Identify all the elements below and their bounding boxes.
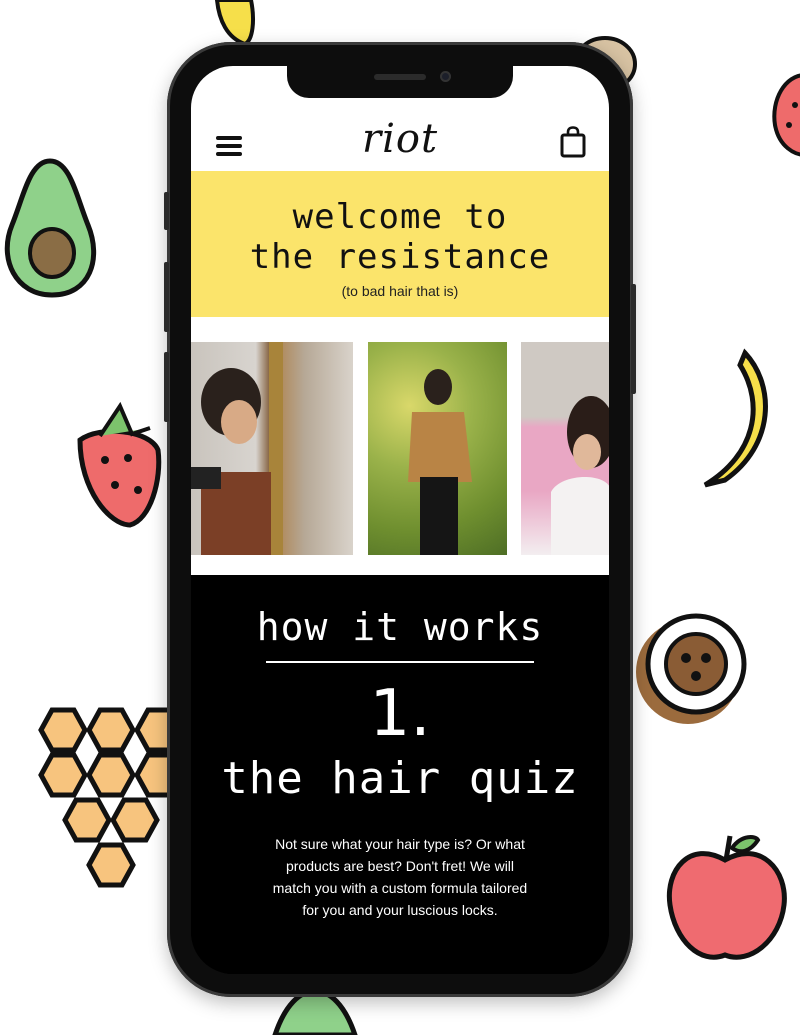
power-button (631, 284, 636, 394)
banana-icon (703, 348, 768, 488)
heading-underline (266, 661, 534, 663)
volume-button (164, 352, 169, 422)
shopping-bag-icon[interactable] (559, 126, 587, 158)
gallery-photo-3[interactable] (521, 342, 609, 555)
welcome-line-1: welcome to (292, 197, 508, 237)
welcome-line-2: the resistance (249, 237, 551, 277)
how-it-works-section: how it works 1. the hair quiz Not sure w… (191, 575, 609, 974)
strawberry-icon (77, 401, 162, 528)
how-it-works-heading: how it works (256, 605, 544, 649)
banana-icon (214, 0, 255, 47)
phone-speaker (374, 74, 426, 80)
welcome-title: welcome to the resistance (191, 171, 609, 277)
gallery-photo-2[interactable] (368, 342, 507, 555)
coconut-icon (636, 613, 747, 724)
step-number: 1. (369, 677, 431, 751)
apple-icon (666, 835, 787, 960)
photo-gallery (191, 317, 609, 575)
brand-logo[interactable]: riot (191, 116, 609, 162)
phone-camera (440, 71, 451, 82)
volume-button (164, 192, 169, 230)
strawberry-icon (772, 73, 800, 157)
phone-screen: riot welcome to the resistance (to bad h… (191, 66, 609, 974)
volume-button (164, 262, 169, 332)
step-title: the hair quiz (221, 753, 579, 804)
avocado-icon (4, 158, 97, 298)
step-description: Not sure what your hair type is? Or what… (272, 836, 528, 918)
welcome-banner: welcome to the resistance (to bad hair t… (191, 171, 609, 317)
gallery-photo-1[interactable] (191, 342, 353, 555)
welcome-subtitle: (to bad hair that is) (341, 283, 459, 299)
honeycomb-icon (38, 707, 175, 888)
